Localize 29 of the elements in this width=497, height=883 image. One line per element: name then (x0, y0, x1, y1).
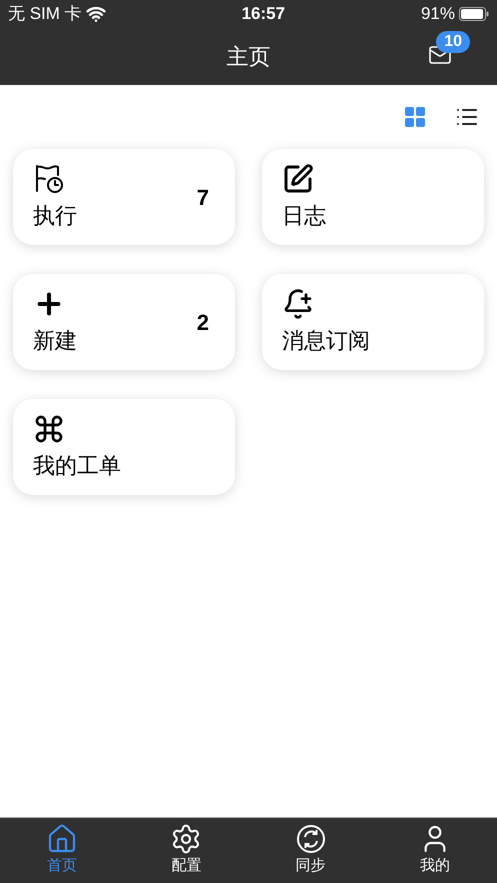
card-count: 7 (196, 184, 209, 212)
edit-icon (282, 162, 314, 194)
menu-card[interactable]: 我的工单 (13, 399, 235, 495)
tab-item[interactable]: 我的 (372, 823, 497, 878)
menu-card[interactable]: 执行 7 (13, 149, 235, 245)
menu-card[interactable]: 新建 2 (13, 274, 235, 370)
page-title: 主页 (226, 43, 270, 71)
battery-icon (459, 7, 489, 21)
tab-item[interactable]: 同步 (248, 823, 373, 878)
grid-view-button[interactable] (403, 105, 427, 129)
tab-item[interactable]: 首页 (0, 823, 124, 878)
card-label: 新建 (33, 326, 77, 354)
tab-item[interactable]: 配置 (124, 823, 248, 878)
battery-text: 91% (420, 3, 455, 26)
menu-card[interactable]: 日志 (262, 149, 484, 245)
sync-icon (294, 823, 327, 856)
card-count: 2 (196, 308, 209, 336)
card-label: 执行 (33, 202, 77, 230)
wifi-icon (86, 4, 106, 24)
card-label: 我的工单 (33, 452, 121, 480)
carrier-text: 无 SIM 卡 (8, 3, 82, 26)
bell-plus-icon (282, 288, 314, 320)
card-label: 消息订阅 (282, 326, 370, 354)
menu-card[interactable]: 消息订阅 (262, 274, 484, 370)
command-icon (33, 412, 65, 444)
clock-text: 16:57 (242, 3, 286, 26)
flag-clock-icon (33, 162, 65, 194)
notification-badge: 10 (436, 31, 470, 53)
card-label: 日志 (282, 202, 326, 230)
